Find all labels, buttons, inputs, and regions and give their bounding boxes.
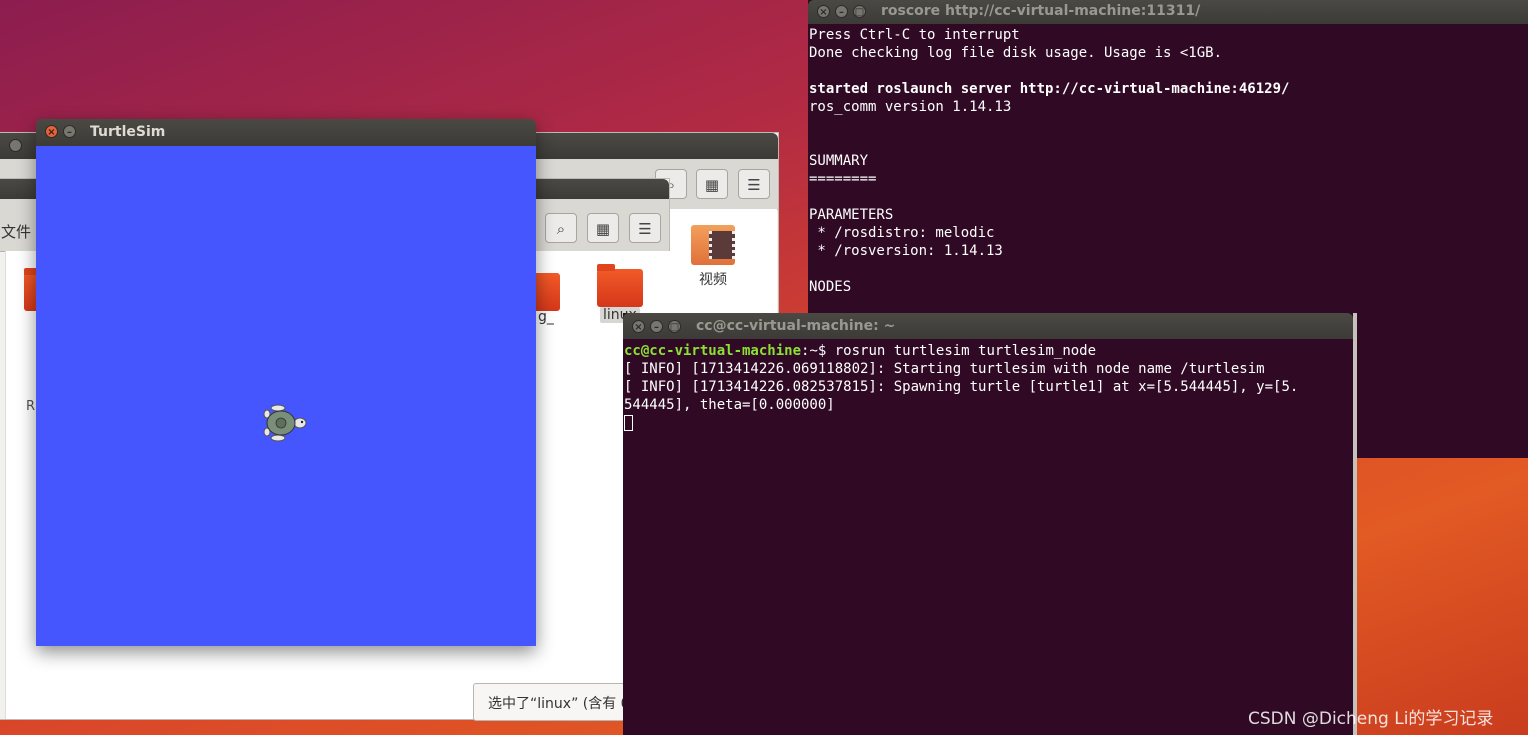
turtlesim-canvas bbox=[36, 146, 536, 646]
maximize-icon[interactable]: □ bbox=[853, 5, 866, 18]
terminal-line: * /rosversion: 1.14.13 bbox=[809, 243, 1003, 259]
close-icon[interactable]: × bbox=[632, 320, 645, 333]
minimize-icon[interactable]: – bbox=[650, 320, 663, 333]
close-icon[interactable]: × bbox=[45, 125, 58, 138]
terminal-cursor bbox=[624, 415, 633, 431]
menu-icon[interactable]: ☰ bbox=[629, 213, 661, 243]
minimize-icon[interactable] bbox=[9, 139, 22, 152]
folder-icon[interactable] bbox=[597, 264, 643, 307]
terminal-line: started roslaunch server http://cc-virtu… bbox=[809, 81, 1290, 97]
view-toggle-icon[interactable]: ▦ bbox=[696, 169, 728, 199]
terminal-line: [ INFO] [1713414226.069118802]: Starting… bbox=[624, 361, 1265, 377]
terminal-line: 544445], theta=[0.000000] bbox=[624, 397, 835, 413]
node-terminal-text[interactable]: cc@cc-virtual-machine:~$ rosrun turtlesi… bbox=[624, 342, 1298, 432]
turtlesim-window: × – TurtleSim bbox=[36, 119, 536, 646]
film-strip-icon bbox=[709, 231, 735, 259]
folder-label[interactable]: g_ bbox=[538, 309, 554, 325]
terminal-line: Press Ctrl-C to interrupt bbox=[809, 27, 1020, 43]
view-toggle-icon[interactable]: ▦ bbox=[587, 213, 619, 243]
status-text: 选中了“linux” (含有 0 bbox=[488, 696, 630, 712]
node-terminal-titlebar: × – □ cc@cc-virtual-machine: ~ bbox=[623, 313, 1353, 339]
roscore-terminal-text[interactable]: Press Ctrl-C to interrupt Done checking … bbox=[809, 26, 1289, 296]
terminal-line: ros_comm version 1.14.13 bbox=[809, 99, 1012, 115]
minimize-icon[interactable]: – bbox=[835, 5, 848, 18]
terminal-line: [ INFO] [1713414226.082537815]: Spawning… bbox=[624, 379, 1299, 395]
folder-label-videos[interactable]: 视频 bbox=[699, 269, 727, 289]
window-title: TurtleSim bbox=[90, 124, 166, 140]
watermark: CSDN @Dicheng Li的学习记录 bbox=[1248, 709, 1494, 729]
sidebar-partial-label: R bbox=[26, 399, 36, 414]
terminal-line: Done checking log file disk usage. Usage… bbox=[809, 45, 1223, 61]
window-title: cc@cc-virtual-machine: ~ bbox=[696, 318, 896, 334]
path-bar[interactable]: 文件 bbox=[1, 221, 31, 242]
terminal-line: * /rosdistro: melodic bbox=[809, 225, 995, 241]
terminal-prompt-line: cc@cc-virtual-machine:~$ rosrun turtlesi… bbox=[624, 342, 1298, 360]
prompt-path: :~$ bbox=[801, 343, 827, 359]
node-terminal-window: × – □ cc@cc-virtual-machine: ~ cc@cc-vir… bbox=[623, 313, 1357, 735]
file-manager-back-content: 视频 bbox=[669, 209, 777, 329]
turtle-icon bbox=[263, 404, 307, 442]
close-icon[interactable]: × bbox=[817, 5, 830, 18]
minimize-icon[interactable]: – bbox=[63, 125, 76, 138]
terminal-line: SUMMARY bbox=[809, 153, 869, 169]
menu-icon[interactable]: ☰ bbox=[738, 169, 770, 199]
window-title: roscore http://cc-virtual-machine:11311/ bbox=[881, 3, 1201, 19]
terminal-line: NODES bbox=[809, 279, 852, 295]
terminal-line: PARAMETERS bbox=[809, 207, 894, 223]
roscore-terminal-titlebar: × – □ roscore http://cc-virtual-machine:… bbox=[808, 0, 1528, 24]
command-text: rosrun turtlesim turtlesim_node bbox=[826, 343, 1097, 359]
terminal-cursor-line bbox=[624, 414, 1298, 432]
video-folder-icon[interactable] bbox=[691, 225, 735, 265]
prompt-user: cc@cc-virtual-machine bbox=[624, 343, 802, 359]
search-icon[interactable]: ⌕ bbox=[545, 213, 577, 243]
maximize-icon[interactable]: □ bbox=[668, 320, 681, 333]
turtlesim-titlebar: × – TurtleSim bbox=[36, 119, 536, 146]
terminal-line: ======== bbox=[809, 171, 877, 187]
